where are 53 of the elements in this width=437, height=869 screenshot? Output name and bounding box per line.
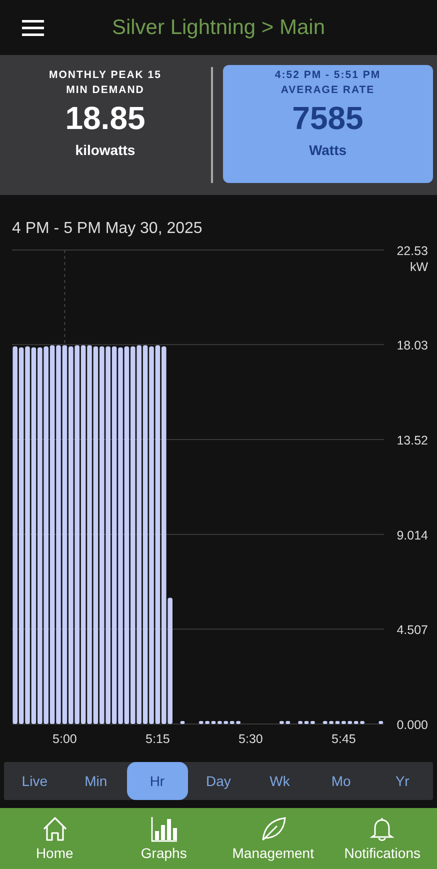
nav-item[interactable]: Home: [0, 808, 110, 869]
range-tab[interactable]: Wk: [249, 762, 310, 800]
bar: [360, 721, 364, 724]
bar: [180, 721, 185, 724]
axis-label: 5:00: [52, 732, 77, 746]
bar: [342, 721, 346, 724]
range-tab[interactable]: Live: [4, 762, 66, 800]
card-caption: AVERAGE RATE: [280, 83, 375, 98]
axis-label: 22.53: [396, 245, 428, 258]
axis-label: 13.52: [396, 434, 428, 448]
axis-label: 4.507: [396, 623, 428, 638]
bar: [304, 721, 309, 724]
bar-chart-icon: [150, 816, 178, 842]
axis-label: 9.014: [396, 528, 428, 542]
bar: [286, 721, 290, 724]
card-unit: Watts: [308, 142, 347, 158]
card-value: 18.85: [65, 100, 146, 136]
app-title: Silver Lightning > Main: [112, 16, 326, 40]
nav-item[interactable]: Management: [218, 808, 328, 869]
nav-item[interactable]: Graphs: [109, 808, 218, 869]
bar: [310, 721, 315, 724]
bar: [211, 721, 216, 724]
bar: [329, 721, 334, 724]
bar: [378, 721, 384, 724]
bar: [236, 721, 240, 724]
axis-label: 5:30: [238, 732, 263, 746]
bar: [298, 721, 302, 724]
chart-title: 4 PM - 5 PM May 30, 2025: [12, 219, 202, 239]
card-unit: kilowatts: [75, 142, 136, 158]
card-caption: MONTHLY PEAK 15: [49, 68, 162, 83]
nav-item[interactable]: Notifications: [328, 808, 437, 869]
menu-icon[interactable]: [22, 20, 44, 36]
range-tab[interactable]: Hr: [126, 762, 188, 800]
axis-label: 18.03: [396, 338, 428, 353]
card-caption: 4:52 PM - 5:51 PM: [274, 68, 381, 83]
axis-label: 5:15: [146, 732, 170, 746]
bar: [198, 721, 204, 724]
range-tab[interactable]: Yr: [372, 762, 433, 800]
bar: [280, 721, 284, 724]
range-tab[interactable]: Min: [65, 762, 127, 800]
axis-label: 5:45: [332, 732, 356, 746]
range-tab[interactable]: Mo: [310, 762, 372, 800]
card-caption: MIN DEMAND: [66, 83, 144, 98]
bar: [205, 721, 210, 724]
bar: [335, 721, 340, 724]
home-icon: [40, 816, 69, 842]
bar: [218, 721, 222, 724]
bar: [322, 721, 328, 724]
axis-unit: kW: [410, 260, 428, 274]
axis-label: 0.000: [396, 718, 428, 732]
range-tab[interactable]: Day: [188, 762, 250, 800]
card-value: 7585: [292, 100, 364, 136]
bell-icon: [368, 816, 396, 842]
